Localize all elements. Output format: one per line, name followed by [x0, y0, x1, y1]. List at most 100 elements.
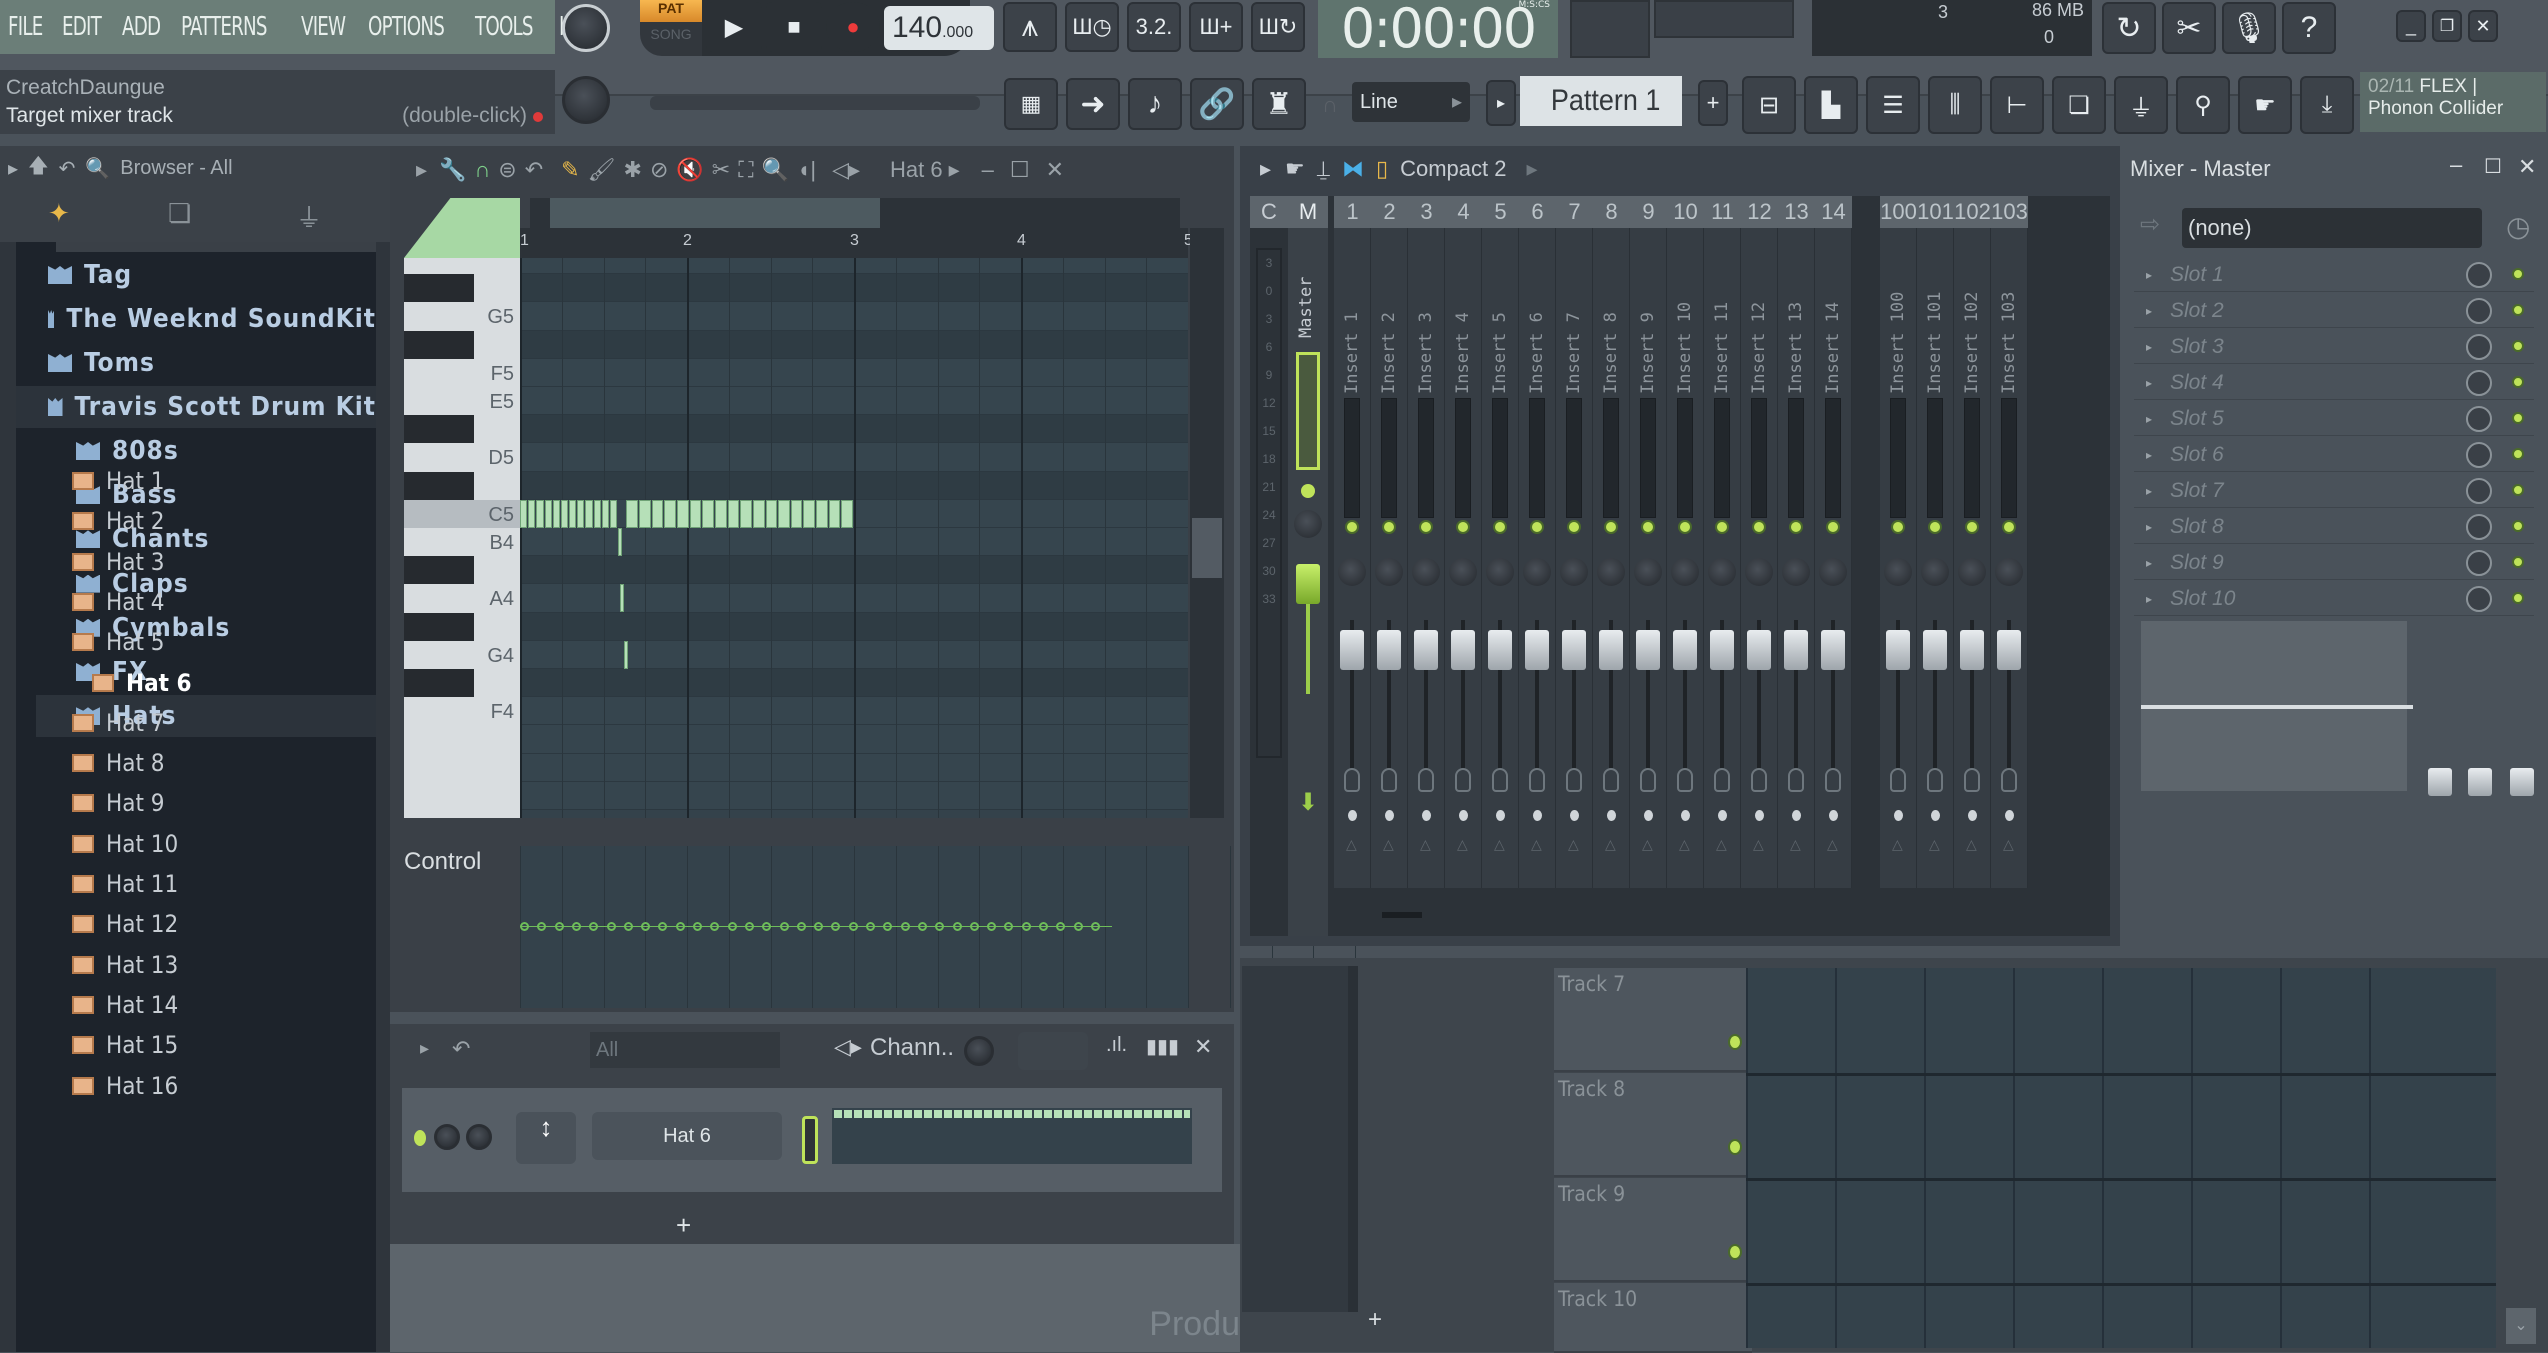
control-label[interactable]: Control — [404, 848, 481, 876]
browser-file[interactable]: Hat 10 — [72, 825, 178, 863]
master-pitch-knob[interactable] — [562, 76, 610, 124]
insert-pan-knob[interactable] — [1338, 558, 1366, 586]
note[interactable] — [639, 499, 651, 528]
tab-all-icon[interactable]: ✦ — [48, 198, 70, 229]
insert-pan-knob[interactable] — [1634, 558, 1662, 586]
mixer-insert-strip[interactable]: 12 Insert 12 △ — [1741, 196, 1778, 888]
close-icon[interactable]: ✕ — [2518, 154, 2536, 180]
slot-mix-knob[interactable] — [2466, 262, 2492, 288]
mixer-insert-strip[interactable]: 103 Insert 103 △ — [1991, 196, 2028, 888]
effect-slot[interactable]: ▸ Slot 10 — [2134, 582, 2534, 616]
insert-volume-fader[interactable] — [1377, 630, 1401, 670]
insert-enable-led[interactable] — [1715, 520, 1729, 534]
tab-plugins-icon[interactable]: ⏚ — [296, 198, 322, 235]
route-dot[interactable] — [1385, 810, 1394, 821]
snap-select[interactable]: Line ▸ — [1352, 82, 1470, 122]
stereo-separation-knob[interactable] — [1529, 768, 1545, 792]
cut-tool-button[interactable]: ✂ — [2162, 2, 2216, 54]
piano-roll-button[interactable]: ▙ — [1804, 76, 1858, 134]
effect-slot[interactable]: ▸ Slot 8 — [2134, 510, 2534, 544]
mixer-insert-strip[interactable]: 14 Insert 14 △ — [1815, 196, 1852, 888]
play-button[interactable]: ▶ — [706, 2, 762, 52]
paint-icon[interactable]: ✱ — [624, 157, 642, 183]
select-icon[interactable]: ⛶ — [738, 157, 753, 183]
master-led[interactable] — [1301, 484, 1315, 498]
route-dot[interactable] — [1792, 810, 1801, 821]
mixer-insert-strip[interactable]: 1 Insert 1 △ — [1334, 196, 1371, 888]
insert-volume-fader[interactable] — [1886, 630, 1910, 670]
mixer-insert-strip[interactable]: 102 Insert 102 △ — [1954, 196, 1991, 888]
master-strip[interactable]: Master ⬇ — [1288, 228, 1328, 936]
steps-box[interactable] — [1018, 1032, 1088, 1070]
black-key[interactable] — [404, 471, 474, 500]
timeline-ruler[interactable]: 12345 — [520, 228, 1193, 258]
note[interactable] — [765, 499, 778, 528]
audio-input-button[interactable]: 🎙 — [2222, 2, 2276, 54]
insert-volume-fader[interactable] — [1923, 630, 1947, 670]
slot-mix-knob[interactable] — [2466, 514, 2492, 540]
speaker-icon[interactable]: ◁▸ — [832, 157, 860, 183]
insert-enable-led[interactable] — [1752, 520, 1766, 534]
route-dot[interactable] — [1718, 810, 1727, 821]
route-arrow-icon[interactable]: △ — [1929, 836, 1940, 853]
latency-clock-icon[interactable]: ◷ — [2506, 210, 2530, 243]
browser-file[interactable]: Hat 16 — [72, 1067, 178, 1105]
stop-button[interactable]: ■ — [766, 2, 822, 52]
stereo-separation-knob[interactable] — [1418, 768, 1434, 792]
insert-pan-knob[interactable] — [1782, 558, 1810, 586]
note[interactable] — [552, 499, 560, 528]
black-key[interactable] — [404, 415, 474, 444]
browser-file[interactable]: Hat 15 — [72, 1026, 178, 1064]
note[interactable] — [520, 499, 528, 528]
step-edit-button[interactable]: Ш+ — [1189, 2, 1243, 52]
note[interactable] — [560, 499, 569, 528]
master-pan-knob[interactable] — [1294, 510, 1322, 538]
note[interactable] — [702, 499, 714, 528]
stereo-separation-knob[interactable] — [1964, 768, 1980, 792]
slot-enable-led[interactable] — [2512, 556, 2524, 568]
mixer-insert-strip[interactable]: 7 Insert 7 △ — [1556, 196, 1593, 888]
route-arrow-icon[interactable]: △ — [1790, 836, 1801, 853]
route-arrow-icon[interactable]: △ — [1383, 836, 1394, 853]
playlist-track[interactable]: Track 7 — [1554, 968, 1752, 1072]
slot-enable-led[interactable] — [2512, 376, 2524, 388]
note[interactable] — [620, 584, 625, 613]
pencil-icon[interactable]: ✎ — [561, 157, 579, 183]
stereo-separation-knob[interactable] — [1640, 768, 1656, 792]
insert-volume-fader[interactable] — [1821, 630, 1845, 670]
black-key[interactable] — [404, 669, 474, 698]
mixer-button[interactable]: ⫼ — [1928, 76, 1982, 134]
route-arrow-icon[interactable]: △ — [1892, 836, 1903, 853]
insert-volume-fader[interactable] — [1747, 630, 1771, 670]
touch-controller-button[interactable]: ⚲ — [2176, 76, 2230, 134]
insert-volume-fader[interactable] — [1784, 630, 1808, 670]
maximize-icon[interactable]: ☐ — [1010, 157, 1030, 183]
route-dot[interactable] — [1607, 810, 1616, 821]
note[interactable] — [577, 499, 585, 528]
news-panel[interactable]: 02/11 FLEX | Phonon Collider — [2360, 72, 2546, 132]
browser-tree[interactable]: Tag The Weeknd SoundKit Toms Travis Scott D… — [16, 242, 376, 1352]
browser-file[interactable]: Hat 3 — [72, 543, 165, 581]
loop-record-button[interactable]: Ш↻ — [1251, 2, 1305, 52]
restore-button[interactable]: ❐ — [2432, 10, 2462, 42]
mixer-insert-strip[interactable]: 4 Insert 4 △ — [1445, 196, 1482, 888]
chevron-right-icon[interactable]: ▸ — [1526, 156, 1537, 182]
note[interactable] — [651, 499, 664, 528]
song-mode-button[interactable]: SONG — [640, 22, 702, 56]
browser-file[interactable]: Hat 13 — [72, 946, 178, 984]
mixer-insert-strip[interactable]: 100 Insert 100 △ — [1880, 196, 1917, 888]
browser-file[interactable]: Hat 6 — [92, 664, 192, 702]
browser-folder[interactable]: The Weeknd SoundKit — [16, 298, 376, 340]
minimize-icon[interactable]: – — [2450, 152, 2462, 178]
effect-slot[interactable]: ▸ Slot 6 — [2134, 438, 2534, 472]
master-volume-knob[interactable] — [562, 4, 610, 52]
note[interactable] — [528, 499, 536, 528]
insert-pan-knob[interactable] — [1486, 558, 1514, 586]
slot-enable-led[interactable] — [2512, 592, 2524, 604]
route-arrow-icon[interactable]: △ — [1494, 836, 1505, 853]
undo-history-button[interactable]: ↻ — [2102, 2, 2156, 54]
insert-volume-fader[interactable] — [1636, 630, 1660, 670]
black-key[interactable] — [404, 330, 474, 359]
browser-file[interactable]: Hat 7 — [72, 704, 165, 742]
route-arrow-icon[interactable]: △ — [2003, 836, 2014, 853]
